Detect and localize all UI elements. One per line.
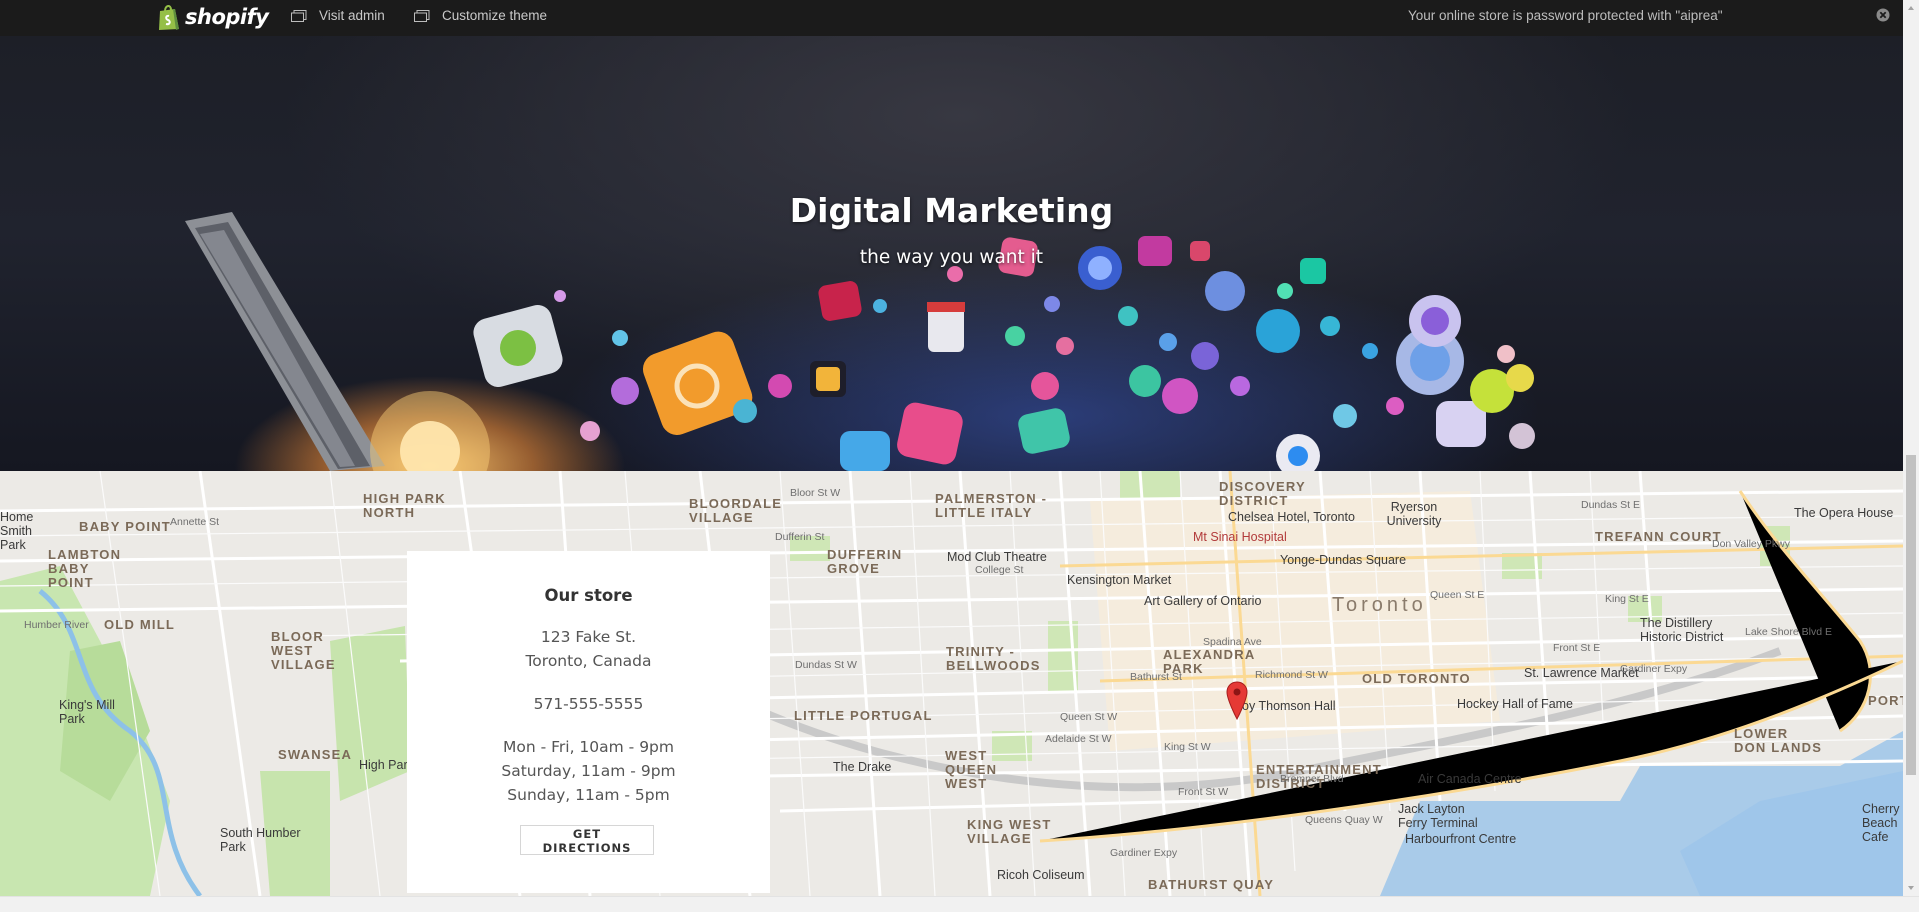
map-label-opera-house: The Opera House	[1794, 506, 1894, 520]
app-icons-cloud	[473, 236, 1535, 471]
map-label-annette: Annette St	[170, 516, 220, 528]
store-hours-sunday: Sunday, 11am - 5pm	[507, 786, 670, 804]
store-info-card: Our store 123 Fake St. Toronto, Canada 5…	[407, 551, 770, 893]
map-label-queen-st-w: Queen St W	[1060, 711, 1118, 723]
scroll-down-arrow-icon[interactable]	[1907, 884, 1915, 892]
map-label-old-mill: OLD MILL	[104, 617, 175, 632]
map-label-kings-mill: King's Mill Park	[59, 698, 115, 726]
map-label-lake-shore: Lake Shore Blvd E	[1745, 626, 1832, 638]
map-label-gardiner-east: Gardiner Expy	[1620, 663, 1688, 675]
store-hours-weekday: Mon - Fri, 10am - 9pm	[502, 738, 674, 756]
map-label-trinity: TRINITY - BELLWOODS	[946, 644, 1041, 673]
map-label-chelsea: Chelsea Hotel, Toronto	[1228, 510, 1355, 524]
map-label-roy-thomson: Roy Thomson Hall	[1233, 699, 1336, 713]
store-hours-saturday: Saturday, 11am - 9pm	[501, 762, 676, 780]
map-label-bathurst-quay: BATHURST QUAY	[1148, 877, 1275, 892]
shopify-admin-bar: shopify Visit admin Customize theme Your…	[0, 0, 1903, 36]
map-pin-icon[interactable]	[1226, 681, 1248, 721]
map-label-cherry: Cherry Beach Cafe	[1862, 802, 1900, 844]
hero-title: Digital Marketing	[789, 191, 1114, 230]
map-label-trefann: TREFANN COURT	[1595, 529, 1722, 544]
map-label-bloor-west: BLOOR WEST VILLAGE	[271, 629, 336, 672]
map-label-humber-river: Humber River	[24, 619, 89, 631]
map-label-high-park: High Park	[359, 758, 414, 772]
map-label-bremner: Bremner Blvd	[1280, 773, 1344, 785]
map-label-ricoh: Ricoh Coliseum	[997, 868, 1085, 882]
map-label-college-st: College St	[975, 564, 1024, 576]
map-label-mod-club: Mod Club Theatre	[947, 550, 1047, 564]
map-label-queen-st-e: Queen St E	[1430, 589, 1485, 601]
map-label-palmerston: PALMERSTON - LITTLE ITALY	[935, 491, 1048, 520]
map-label-little-portugal: LITTLE PORTUGAL	[794, 708, 933, 723]
map-label-west-queen-west: WEST QUEEN WEST	[945, 748, 998, 791]
store-address-line2: Toronto, Canada	[525, 652, 652, 670]
map-label-king-st-w: King St W	[1164, 741, 1211, 753]
map-label-richmond: Richmond St W	[1255, 669, 1328, 681]
map-label-front-st-w: Front St W	[1178, 786, 1229, 798]
map-label-lower-don: LOWER DON LANDS	[1734, 726, 1823, 755]
map-label-dundas-st-w: Dundas St W	[795, 659, 857, 671]
map-label-king-west: KING WEST VILLAGE	[967, 817, 1052, 846]
get-directions-button[interactable]: GET DIRECTIONS	[520, 825, 654, 855]
hero-banner: Digital Marketing the way you want it	[0, 36, 1903, 471]
map-label-bathurst: Bathurst St	[1130, 671, 1182, 683]
window-icon	[291, 9, 307, 22]
store-phone: 571-555-5555	[533, 695, 644, 713]
map-label-yonge-dundas: Yonge-Dundas Square	[1280, 553, 1407, 567]
scroll-up-arrow-icon[interactable]	[1907, 4, 1915, 12]
map-label-queens-quay: Queens Quay W	[1305, 814, 1383, 826]
map-label-dufferin: Dufferin St	[775, 531, 825, 543]
map-label-bloordale: BLOORDALE VILLAGE	[689, 496, 783, 525]
store-title: Our store	[544, 586, 633, 605]
map-label-ago: Art Gallery of Ontario	[1144, 594, 1262, 608]
map-label-mt-sinai: Mt Sinai Hospital	[1193, 530, 1287, 544]
map-label-jack-layton: Jack Layton Ferry Terminal	[1398, 802, 1478, 830]
scrollbar-thumb[interactable]	[1906, 455, 1916, 775]
map-label-dundas-st-e: Dundas St E	[1581, 499, 1640, 511]
map-label-lambton: LAMBTON BABY POINT	[48, 547, 122, 590]
map-label-distillery: The Distillery Historic District	[1640, 616, 1724, 644]
horizontal-scrollbar[interactable]	[0, 896, 1919, 912]
map-label-air-canada: Air Canada Centre	[1418, 772, 1522, 786]
map-label-high-park-north: HIGH PARK NORTH	[363, 491, 446, 520]
map-label-hockey-hall: Hockey Hall of Fame	[1457, 697, 1574, 711]
map-label-south-humber: South Humber Park	[220, 826, 301, 854]
map-label-king-st-e: King St E	[1605, 593, 1649, 605]
map-label-kensington: Kensington Market	[1067, 573, 1172, 587]
visit-admin-label: Visit admin	[319, 8, 385, 23]
visit-admin-link[interactable]: Visit admin	[291, 8, 385, 23]
map-label-front-st-e: Front St E	[1553, 642, 1601, 654]
map-label-gardiner: Gardiner Expy	[1110, 847, 1178, 859]
shopify-logo[interactable]: shopify	[157, 3, 269, 31]
password-protected-notice: Your online store is password protected …	[1408, 8, 1723, 23]
window-icon	[414, 9, 430, 22]
shopify-wordmark: shopify	[185, 5, 269, 29]
map-label-bloor-st-w: Bloor St W	[790, 487, 841, 499]
map-label-home-smith: Home Smith Park	[0, 510, 34, 552]
map-label-spadina: Spadina Ave	[1203, 636, 1262, 648]
close-icon[interactable]	[1875, 7, 1891, 23]
map-label-don-valley: Don Valley Pkwy	[1712, 538, 1791, 550]
store-address-line1: 123 Fake St.	[540, 628, 637, 646]
map-label-harbourfront: Harbourfront Centre	[1405, 832, 1517, 846]
store-map[interactable]: BABY POINT LAMBTON BABY POINT HIGH PARK …	[0, 471, 1903, 896]
map-label-dufferin-grove: DUFFERIN GROVE	[827, 547, 903, 576]
map-label-swansea: SWANSEA	[278, 747, 353, 762]
vertical-scrollbar[interactable]	[1903, 0, 1919, 896]
customize-theme-label: Customize theme	[442, 8, 548, 23]
shopify-bag-icon	[159, 5, 179, 30]
map-label-adelaide: Adelaide St W	[1045, 733, 1112, 745]
map-label-ryerson: Ryerson University	[1386, 500, 1442, 528]
map-label-port: PORT	[1868, 693, 1903, 708]
map-label-baby-point: BABY POINT	[79, 519, 171, 534]
map-label-toronto: Toronto	[1332, 594, 1427, 616]
map-label-discovery: DISCOVERY DISTRICT	[1219, 479, 1306, 508]
customize-theme-link[interactable]: Customize theme	[414, 8, 547, 23]
map-label-old-toronto: OLD TORONTO	[1362, 671, 1471, 686]
hero-subtitle: the way you want it	[859, 247, 1044, 268]
map-label-the-drake: The Drake	[833, 760, 892, 774]
